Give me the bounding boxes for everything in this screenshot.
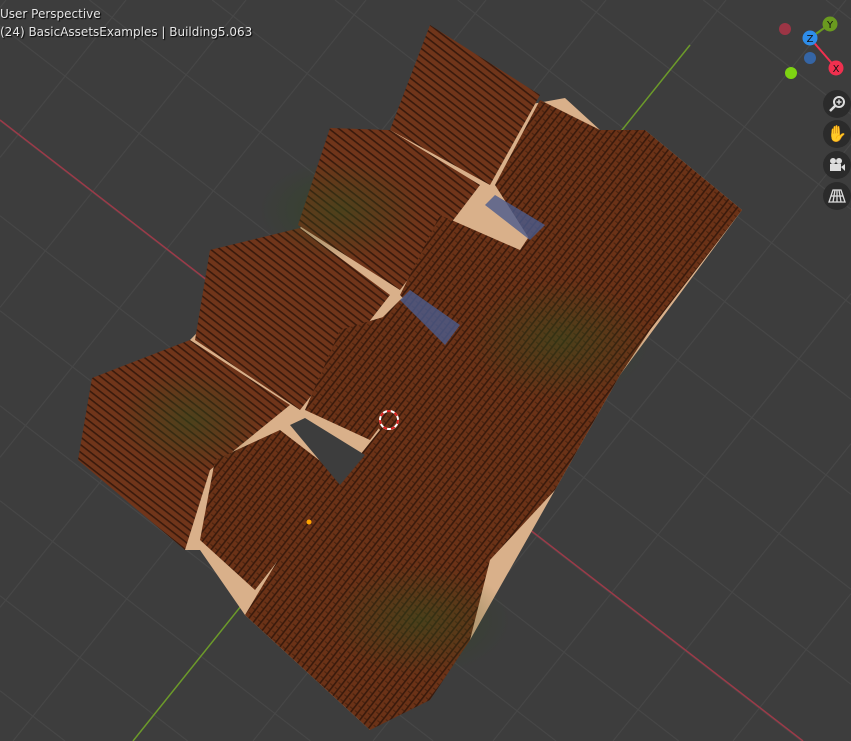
pan-button[interactable]: ✋: [823, 120, 851, 148]
gizmo-y-label: Y: [826, 20, 834, 31]
gizmo-x-label: X: [833, 64, 840, 75]
camera-icon: [830, 158, 845, 171]
viewport-scene[interactable]: Y Z X: [0, 0, 851, 741]
moss-patch: [330, 565, 510, 675]
camera-view-button[interactable]: [823, 151, 851, 179]
grid-line: [0, 595, 189, 741]
moss-patch: [470, 280, 650, 400]
gizmo-neg-x[interactable]: [779, 23, 791, 35]
navigation-gizmo[interactable]: Y Z X: [779, 16, 844, 80]
object-origin: [306, 519, 312, 525]
3d-viewport[interactable]: Y Z X User Perspective (24) BasicAssetsE…: [0, 0, 851, 741]
grid-line: [612, 443, 851, 741]
building-mesh[interactable]: [78, 25, 742, 730]
perspective-toggle-button[interactable]: [823, 182, 851, 210]
hand-pan-icon: ✋: [827, 124, 847, 143]
zoom-icon: [829, 96, 845, 112]
gizmo-neg-z[interactable]: [804, 52, 816, 64]
zoom-button[interactable]: [823, 90, 851, 118]
perspective-grid-icon: [828, 189, 846, 203]
gizmo-z-label: Z: [807, 34, 814, 45]
grid-line: [732, 593, 851, 741]
moss-patch: [260, 160, 420, 260]
moss-patch: [120, 370, 260, 470]
grid-line: [0, 690, 66, 741]
collection-info: (24) BasicAssetsExamples | Building5.063: [0, 25, 253, 39]
view-name: User Perspective: [0, 7, 101, 21]
gizmo-neg-y[interactable]: [785, 67, 797, 79]
